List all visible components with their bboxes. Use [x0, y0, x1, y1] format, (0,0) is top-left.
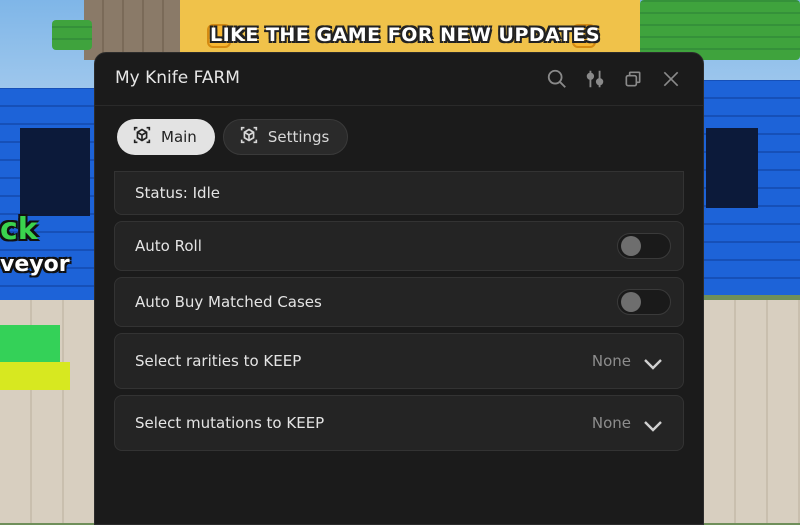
dropdown-label: Select mutations to KEEP: [135, 414, 325, 432]
copy-icon[interactable]: [621, 67, 645, 91]
toggle-auto-buy-matched-cases[interactable]: Auto Buy Matched Cases: [114, 277, 684, 327]
dropdown-label: Select rarities to KEEP: [135, 352, 302, 370]
green-block: [0, 325, 60, 365]
status-text: Status: Idle: [135, 184, 220, 202]
dropdown-value: None: [591, 352, 631, 370]
toggle-knob: [621, 292, 641, 312]
dropdown-value: None: [591, 414, 631, 432]
tree-foliage: [640, 0, 800, 60]
status-row: Status: Idle: [114, 171, 684, 215]
window-titlebar[interactable]: My Knife FARM: [95, 53, 703, 106]
tab-label: Settings: [267, 128, 330, 146]
game-side-text: veyor: [0, 252, 70, 277]
script-window: My Knife FARM Main Settings Status: Idle…: [94, 52, 704, 525]
chevron-down-icon[interactable]: [643, 356, 663, 370]
wall-opening: [20, 128, 90, 216]
tab-label: Main: [161, 128, 197, 146]
toggle-label: Auto Roll: [135, 237, 202, 255]
wall-opening: [706, 128, 758, 208]
toggle-auto-roll[interactable]: Auto Roll: [114, 221, 684, 271]
search-icon[interactable]: [545, 67, 569, 91]
auto-buy-switch[interactable]: [617, 289, 671, 315]
tab-settings[interactable]: Settings: [222, 119, 349, 155]
window-controls: [545, 67, 683, 91]
auto-roll-switch[interactable]: [617, 233, 671, 259]
close-icon[interactable]: [659, 67, 683, 91]
window-title: My Knife FARM: [115, 68, 240, 88]
tree-foliage: [52, 20, 92, 50]
chevron-down-icon[interactable]: [643, 418, 663, 432]
dropdown-rarities[interactable]: Select rarities to KEEP None: [114, 333, 684, 389]
toggle-label: Auto Buy Matched Cases: [135, 293, 322, 311]
tab-main[interactable]: Main: [117, 119, 215, 155]
yellow-edge: [0, 362, 70, 390]
dropdown-mutations[interactable]: Select mutations to KEEP None: [114, 395, 684, 451]
sliders-icon[interactable]: [583, 67, 607, 91]
toggle-knob: [621, 236, 641, 256]
tab-bar: Main Settings: [117, 119, 349, 155]
banner-text: LIKE THE GAME FOR NEW UPDATES: [209, 24, 601, 46]
game-side-text: ck: [0, 212, 38, 247]
cube-icon: [131, 124, 153, 150]
cube-icon: [238, 124, 260, 150]
